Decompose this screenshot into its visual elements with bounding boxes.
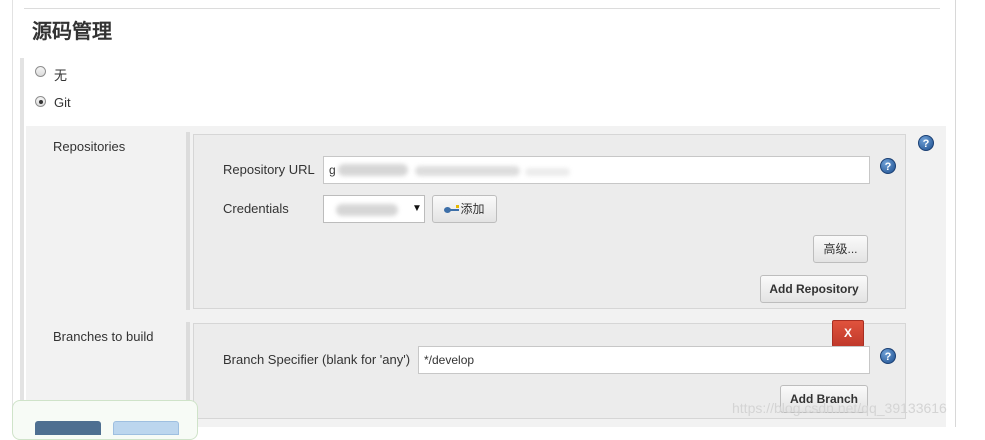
credentials-select[interactable]: ▼ (323, 195, 425, 223)
radio-none-label: 无 (54, 68, 68, 83)
add-credentials-label: 添加 (460, 202, 485, 216)
credentials-label: Credentials (223, 201, 289, 216)
save-button[interactable] (35, 421, 101, 435)
repository-url-help-icon[interactable]: ? (880, 158, 896, 174)
redacted-credential (336, 204, 398, 216)
key-icon (444, 204, 460, 215)
repositories-bar (186, 132, 190, 310)
redacted-url-part (415, 166, 520, 176)
delete-branch-button[interactable]: X (832, 320, 864, 347)
dropdown-arrow-icon: ▼ (412, 203, 422, 214)
branches-to-build-label: Branches to build (53, 329, 154, 344)
branch-specifier-value: */develop (424, 353, 475, 367)
add-repository-button[interactable]: Add Repository (760, 275, 868, 303)
page-left-border (12, 0, 13, 427)
page-right-border (955, 0, 956, 427)
section-title: 源码管理 (32, 21, 112, 43)
section-divider (24, 8, 940, 9)
branch-specifier-help-icon[interactable]: ? (880, 348, 896, 364)
git-help-icon[interactable]: ? (918, 135, 934, 151)
branch-specifier-label: Branch Specifier (blank for 'any') (223, 352, 411, 367)
redacted-url-part (338, 164, 408, 176)
radio-git-label: Git (54, 95, 71, 110)
branch-specifier-input[interactable]: */develop (418, 346, 870, 374)
repository-url-value: g (329, 163, 336, 177)
advanced-button[interactable]: 高级... (813, 235, 868, 263)
watermark-text: https://blog.csdn.net/qq_39133616 (732, 400, 947, 416)
radio-git[interactable] (35, 96, 46, 107)
repository-url-label: Repository URL (223, 162, 315, 177)
apply-button[interactable] (113, 421, 179, 435)
scm-options-bar (20, 58, 24, 427)
redacted-url-part (525, 168, 570, 176)
repositories-label: Repositories (53, 139, 126, 154)
add-credentials-button[interactable]: 添加 (432, 195, 497, 223)
radio-none[interactable] (35, 66, 46, 77)
